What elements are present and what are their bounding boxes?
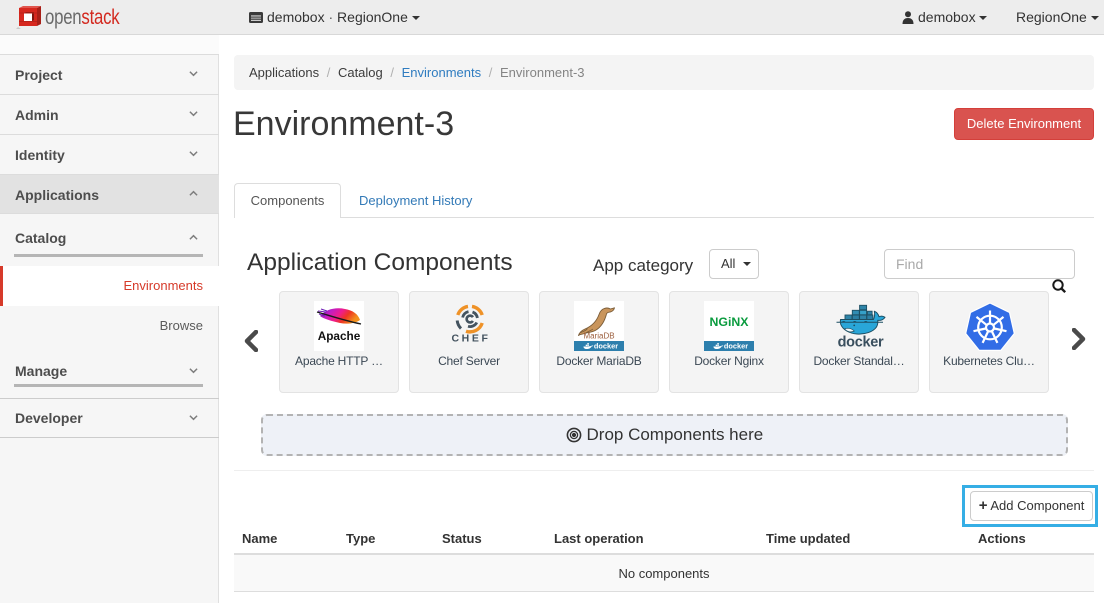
- svg-text:CHEF: CHEF: [452, 333, 491, 345]
- svg-text:NGiNX: NGiNX: [710, 315, 750, 329]
- svg-text:docker: docker: [838, 335, 884, 350]
- svg-text:MariaDB: MariaDB: [583, 332, 614, 341]
- svg-text:docker: docker: [594, 342, 618, 351]
- svg-text:Apache: Apache: [318, 329, 361, 343]
- svg-text:docker: docker: [724, 342, 748, 351]
